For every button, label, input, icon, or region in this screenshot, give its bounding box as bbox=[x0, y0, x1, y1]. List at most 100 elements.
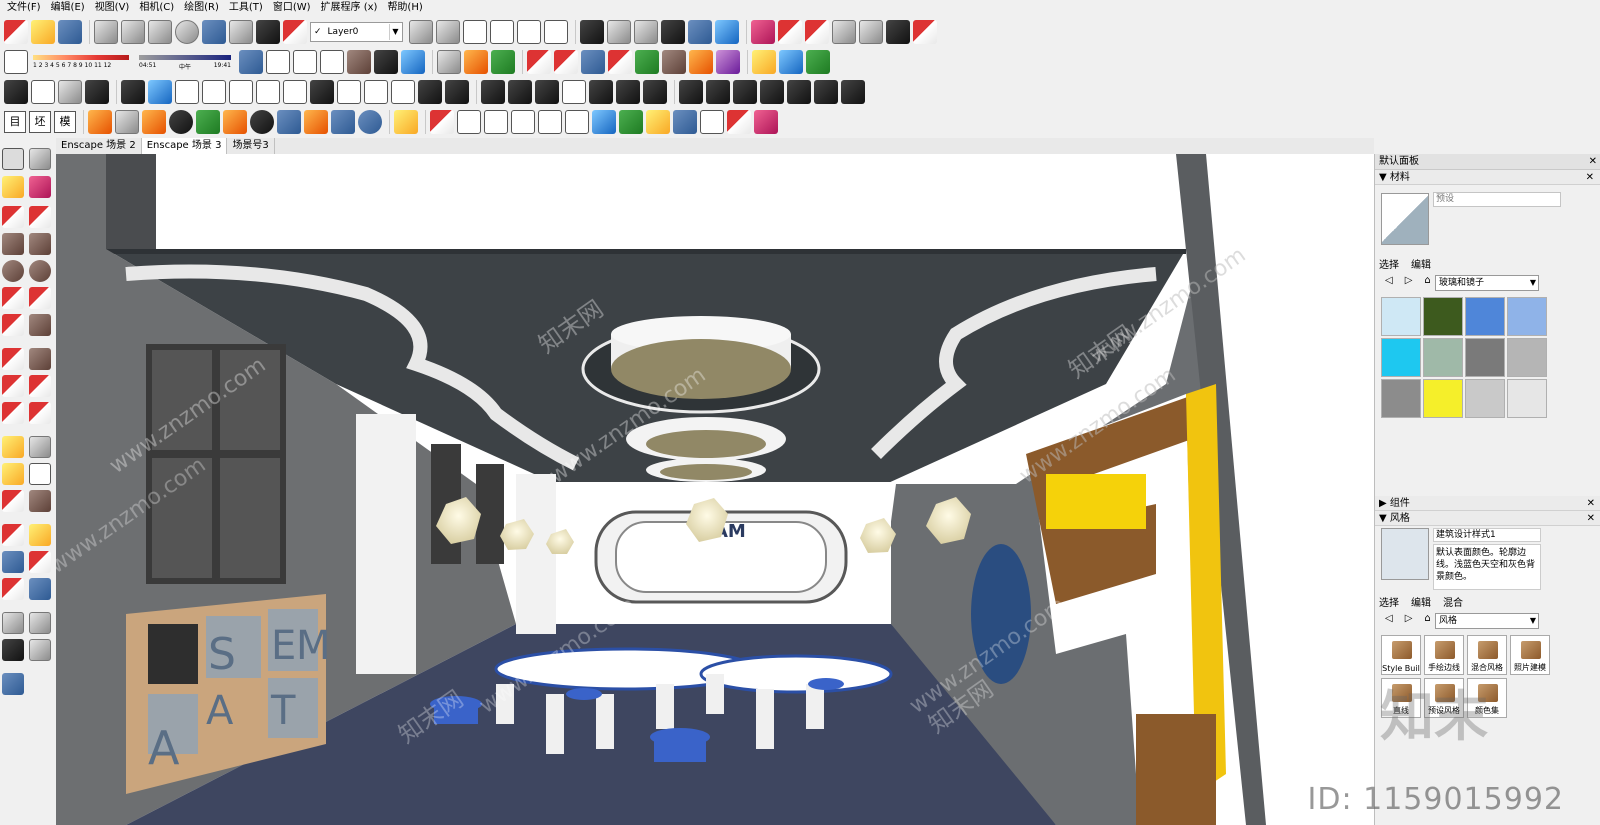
look-around-icon[interactable] bbox=[29, 612, 51, 634]
box-texture-icon[interactable] bbox=[374, 50, 398, 74]
new-file-icon[interactable] bbox=[4, 20, 28, 44]
style-thumb[interactable]: 照片建模 bbox=[1510, 635, 1550, 675]
shaded-textures-icon[interactable] bbox=[688, 20, 712, 44]
tree-icon[interactable] bbox=[196, 110, 220, 134]
flip-edge-icon[interactable] bbox=[886, 20, 910, 44]
left-view-icon[interactable] bbox=[544, 20, 568, 44]
eraser-icon[interactable] bbox=[29, 176, 51, 198]
back-arrow-icon[interactable]: ◁ bbox=[1385, 613, 1393, 624]
styles-header[interactable]: ▼ 风格 ✕ bbox=[1375, 511, 1600, 526]
shield-icon[interactable] bbox=[437, 50, 461, 74]
component-icon[interactable] bbox=[29, 148, 51, 170]
menu-window[interactable]: 窗口(W) bbox=[268, 0, 316, 16]
circle-icon[interactable] bbox=[2, 260, 24, 282]
material-swatch[interactable] bbox=[1507, 297, 1547, 336]
close-icon[interactable]: ✕ bbox=[1586, 170, 1594, 185]
mail-icon[interactable] bbox=[331, 110, 355, 134]
tab-select[interactable]: 选择 bbox=[1379, 256, 1399, 271]
offset-icon[interactable] bbox=[29, 402, 51, 424]
text-button-pi[interactable]: 坯 bbox=[29, 111, 51, 133]
rotate-icon[interactable] bbox=[2, 375, 24, 397]
lasso-icon[interactable] bbox=[673, 110, 697, 134]
dimension-icon[interactable] bbox=[29, 436, 51, 458]
iso-view-icon[interactable] bbox=[409, 20, 433, 44]
material-swatch[interactable] bbox=[1381, 379, 1421, 418]
tab-edit[interactable]: 编辑 bbox=[1411, 256, 1431, 271]
circle-select-icon[interactable] bbox=[484, 110, 508, 134]
box-mono-icon[interactable] bbox=[401, 50, 425, 74]
refresh-ring-icon[interactable] bbox=[700, 110, 724, 134]
rect-select-icon[interactable] bbox=[457, 110, 481, 134]
axis-v-icon[interactable] bbox=[635, 50, 659, 74]
undo-icon[interactable] bbox=[202, 20, 226, 44]
paint-bucket-icon[interactable] bbox=[2, 176, 24, 198]
zoom-window-icon[interactable] bbox=[29, 551, 51, 573]
cube-green-icon[interactable] bbox=[806, 50, 830, 74]
back-arrow-icon[interactable]: ◁ bbox=[1385, 275, 1393, 286]
front-view-icon[interactable] bbox=[463, 20, 487, 44]
mirror-triangle-icon[interactable] bbox=[679, 80, 703, 104]
protractor-icon[interactable] bbox=[2, 463, 24, 485]
menu-edit[interactable]: 编辑(E) bbox=[46, 0, 90, 16]
fence-icon[interactable] bbox=[643, 80, 667, 104]
hand-icon[interactable] bbox=[616, 80, 640, 104]
pie-icon[interactable] bbox=[29, 314, 51, 336]
previous-view-icon[interactable] bbox=[29, 578, 51, 600]
mirror-icon[interactable] bbox=[445, 80, 469, 104]
line-pencil-icon[interactable] bbox=[2, 206, 24, 228]
shadow-time-slider[interactable]: 04:51 中午 19:41 bbox=[137, 52, 233, 72]
flip-icon[interactable] bbox=[391, 80, 415, 104]
ruby-icon[interactable] bbox=[2, 673, 24, 695]
axis-f-icon[interactable] bbox=[716, 50, 740, 74]
add-circle-icon[interactable] bbox=[169, 110, 193, 134]
print-icon[interactable] bbox=[256, 20, 280, 44]
drape-icon[interactable] bbox=[832, 20, 856, 44]
move-icon[interactable] bbox=[2, 348, 24, 370]
style-name-input[interactable]: 建筑设计样式1 bbox=[1433, 528, 1541, 542]
walk-icon[interactable] bbox=[2, 639, 24, 661]
right-view-icon[interactable] bbox=[490, 20, 514, 44]
curve-icon[interactable] bbox=[175, 80, 199, 104]
smoove-icon[interactable] bbox=[913, 20, 937, 44]
ring-icon[interactable] bbox=[619, 110, 643, 134]
wireframe-icon[interactable] bbox=[607, 20, 631, 44]
home-icon[interactable]: ⌂ bbox=[1424, 613, 1430, 624]
material-swatch[interactable] bbox=[1507, 379, 1547, 418]
brush-icon[interactable] bbox=[787, 80, 811, 104]
erase-icon[interactable] bbox=[175, 20, 199, 44]
select-arrow-icon[interactable] bbox=[2, 148, 24, 170]
material-swatch[interactable] bbox=[1465, 338, 1505, 377]
forward-arrow-icon[interactable]: ▷ bbox=[1405, 275, 1413, 286]
enscape-sync-icon[interactable] bbox=[115, 110, 139, 134]
spiral-icon[interactable] bbox=[283, 80, 307, 104]
tab-style-edit[interactable]: 编辑 bbox=[1411, 594, 1431, 609]
cube-yellow-icon[interactable] bbox=[752, 50, 776, 74]
menu-camera[interactable]: 相机(C) bbox=[134, 0, 179, 16]
dots-grid-icon[interactable] bbox=[706, 80, 730, 104]
materials-header[interactable]: ▼ 材料 ✕ bbox=[1375, 170, 1600, 185]
back-view-icon[interactable] bbox=[517, 20, 541, 44]
tab-scene-2[interactable]: Enscape 场景 2 bbox=[56, 138, 142, 154]
close-icon[interactable]: ✕ bbox=[1587, 496, 1595, 511]
copy-icon[interactable] bbox=[121, 20, 145, 44]
fold-icon[interactable] bbox=[364, 80, 388, 104]
material-swatch[interactable] bbox=[1507, 338, 1547, 377]
parallelogram-icon[interactable] bbox=[565, 110, 589, 134]
material-swatch[interactable] bbox=[1381, 338, 1421, 377]
leaf-icon[interactable] bbox=[491, 50, 515, 74]
box-wire-icon[interactable] bbox=[293, 50, 317, 74]
door-icon[interactable] bbox=[418, 80, 442, 104]
capsule-select-icon[interactable] bbox=[538, 110, 562, 134]
cloud-upload-icon[interactable] bbox=[277, 110, 301, 134]
align-icon[interactable] bbox=[148, 80, 172, 104]
three-point-arc-icon[interactable] bbox=[2, 314, 24, 336]
orbit-icon[interactable] bbox=[2, 524, 24, 546]
menu-extensions[interactable]: 扩展程序 (x) bbox=[316, 0, 383, 16]
follow-me-icon[interactable] bbox=[29, 375, 51, 397]
stair-icon[interactable] bbox=[4, 80, 28, 104]
eraser-shadow-icon[interactable] bbox=[4, 50, 28, 74]
text-tool-icon[interactable] bbox=[29, 463, 51, 485]
home-icon[interactable]: ⌂ bbox=[1424, 275, 1430, 286]
tab-scene-num-3[interactable]: 场景号3 bbox=[227, 138, 275, 154]
menu-help[interactable]: 帮助(H) bbox=[382, 0, 427, 16]
